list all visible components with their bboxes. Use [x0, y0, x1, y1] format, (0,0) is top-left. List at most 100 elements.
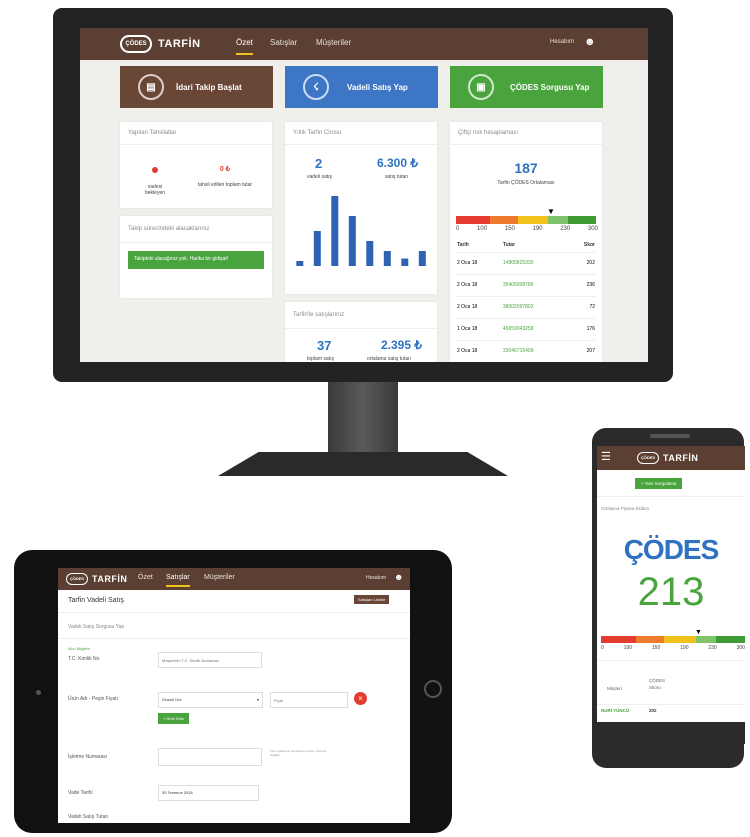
- sales-summary-card: Tarfin'le satışlarınız 37 toplam satış 2…: [285, 302, 437, 362]
- sales-bar-chart: [296, 196, 426, 266]
- table-row[interactable]: 2 Oca 18 14805825330 202: [456, 252, 596, 274]
- card-title: Yıllık Tarfin Cirosu: [293, 130, 342, 136]
- handshake-icon: ☇: [303, 74, 329, 100]
- card-title: Takip sürecindeki alacaklarınız: [128, 226, 210, 232]
- phone-speaker: [650, 434, 690, 438]
- nav-item-sales[interactable]: Satışlar: [166, 574, 190, 587]
- nav-item-sales[interactable]: Satışlar: [270, 38, 297, 47]
- tc-label: T.C. Kimlik No: [68, 656, 100, 662]
- alert-dot-icon: [152, 167, 158, 173]
- brand-mark-icon: ÇÖDES: [120, 35, 152, 53]
- gauge-scale: 0 100 150 190 230 300: [456, 226, 598, 232]
- gauge-pointer-icon: ▼: [695, 629, 702, 636]
- score-column-header: ÇÖDES Skoru: [649, 678, 666, 690]
- desktop-screen: ÇÖDES TARFİN Özet Satışlar Müşteriler He…: [80, 28, 648, 362]
- hamburger-menu-icon[interactable]: ☰: [601, 450, 611, 463]
- chart-bar: [418, 251, 426, 266]
- collected-stat: 0 ₺ tahsil edilen toplam tutar: [197, 166, 253, 188]
- gauge-scale: 0 100 150 190 230 300: [601, 645, 745, 651]
- farmer-table: Tarih Tutar Skor 2 Oca 18 14805825330 20…: [456, 238, 596, 362]
- brand-logo[interactable]: ÇÖDES TARFİN: [637, 452, 698, 464]
- average-codes-score: 187: [514, 160, 538, 176]
- card-title: Yapılan Tahsilatlar: [128, 130, 177, 136]
- no-tracking-alert: Takipteki alacağınız yok. Harika bir gid…: [128, 251, 264, 269]
- business-number-input[interactable]: [158, 748, 262, 766]
- product-label: Ürün Adı - Peşin Fiyatı: [68, 696, 119, 702]
- nav-item-customers[interactable]: Müşteriler: [316, 38, 351, 47]
- codes-query-button[interactable]: ▣ ÇÖDES Sorgusu Yap: [450, 66, 603, 108]
- business-number-help: Tarım işletmesi numaranızı giriniz. Zoru…: [270, 749, 327, 758]
- due-date-label: Vade Tarihi: [68, 790, 93, 796]
- due-date-input[interactable]: 30 Temmuz 2018: [158, 785, 259, 801]
- page-title: Tarfin Vadeli Satış: [68, 597, 124, 604]
- product-select[interactable]: Granül Üre ▾: [158, 692, 263, 708]
- monitor-stand-base: [218, 452, 508, 476]
- sale-amount: 6.300 ₺: [377, 156, 418, 170]
- chart-bar: [331, 196, 339, 266]
- collections-card: Yapılan Tahsilatlar vadesi bekleyen 0 ₺ …: [120, 122, 272, 208]
- gauge-pointer-icon: ▼: [547, 207, 555, 216]
- brand-mark-icon: ÇÖDES: [637, 452, 659, 464]
- chevron-down-icon: ▾: [256, 697, 259, 702]
- table-header: Tarih Tutar Skor: [457, 241, 595, 248]
- codes-score: 213: [637, 570, 705, 614]
- tablet-home-button: [424, 680, 442, 698]
- table-row[interactable]: 1 Oca 18 45059043258 176: [456, 318, 596, 340]
- pending-stat: vadesi bekleyen: [138, 160, 172, 196]
- phone-bottom-bezel: [597, 722, 745, 744]
- codes-label: ÇÖDES: [623, 534, 720, 565]
- card-title: Tarfin'le satışlarınız: [293, 312, 345, 318]
- nav-item-overview[interactable]: Özet: [138, 574, 153, 581]
- nav-item-overview[interactable]: Özet: [236, 38, 253, 55]
- phone-subtitle: Ortalama Piyasa Ekibim: [601, 506, 650, 511]
- phone-navbar: ☰ ÇÖDES TARFİN: [597, 446, 745, 470]
- chart-bar: [313, 231, 321, 266]
- brand-mark-icon: ÇÖDES: [66, 573, 88, 585]
- avg-amount: 2.395 ₺: [381, 338, 422, 352]
- remove-product-icon[interactable]: ×: [354, 692, 367, 705]
- customer-column-header: Müşteri: [607, 686, 622, 691]
- table-row[interactable]: 2 Oca 18 35405008786 236: [456, 274, 596, 296]
- buyer-info-subtitle: Alıcı Bilgileri: [68, 646, 90, 651]
- tablet-screen: ÇÖDES TARFİN Özet Satışlar Müşteriler He…: [58, 568, 410, 823]
- business-number-label: İşletme Numarası: [68, 754, 108, 760]
- total-label: Vadeli Satış Tutarı: [68, 814, 109, 820]
- user-icon[interactable]: ☻: [394, 572, 403, 582]
- tracking-card: Takip sürecindeki alacaklarınız Takiptek…: [120, 216, 272, 298]
- chart-bar: [296, 261, 304, 266]
- risk-gauge: [456, 216, 596, 224]
- monitor-stand-neck: [328, 382, 398, 454]
- risk-gauge: [601, 636, 745, 643]
- total-sales: 37: [317, 338, 332, 353]
- list-sales-button[interactable]: Satışları Listele: [354, 595, 390, 604]
- account-menu[interactable]: Hesabım: [366, 575, 386, 581]
- start-legal-tracking-button[interactable]: ▤ İdari Takip Başlat: [120, 66, 273, 108]
- price-input[interactable]: [270, 692, 348, 708]
- table-row[interactable]: NURİ YÜNCÜ 202: [597, 704, 745, 717]
- tc-input[interactable]: [158, 652, 262, 668]
- section-title: Vadeli Satış Sorgusu Yap: [68, 624, 125, 630]
- farmer-risk-card: Çiftçi risk hesaplaması 187 Tarfin ÇÖDES…: [450, 122, 602, 362]
- desktop-navbar: ÇÖDES TARFİN Özet Satışlar Müşteriler He…: [80, 28, 648, 60]
- brand-logo[interactable]: ÇÖDES TARFİN: [66, 573, 127, 585]
- page-header: Tarfin Vadeli Satış Satışları Listele: [58, 590, 410, 613]
- annual-revenue-card: Yıllık Tarfin Cirosu 2 vadeli satış 6.30…: [285, 122, 437, 294]
- add-product-button[interactable]: + Ürün Ekle: [158, 713, 190, 724]
- new-query-button[interactable]: + Yeni Sorgulama: [635, 478, 683, 489]
- chart-bar: [366, 241, 374, 266]
- table-row[interactable]: 2 Oca 18 33046715409 207: [456, 340, 596, 362]
- table-row[interactable]: 2 Oca 18 38002097802 72: [456, 296, 596, 318]
- nav-item-customers[interactable]: Müşteriler: [204, 574, 235, 581]
- card-title: Çiftçi risk hesaplaması: [458, 130, 519, 136]
- tablet-navbar: ÇÖDES TARFİN Özet Satışlar Müşteriler He…: [58, 568, 410, 590]
- account-menu[interactable]: Hesabım: [550, 39, 574, 45]
- deferred-sale-button[interactable]: ☇ Vadeli Satış Yap: [285, 66, 438, 108]
- document-icon: ▤: [138, 74, 164, 100]
- chart-bar: [348, 216, 356, 266]
- sale-count: 2: [315, 156, 323, 171]
- brand-name: TARFİN: [158, 38, 201, 50]
- user-icon[interactable]: ☻: [584, 36, 596, 48]
- phone-screen: ☰ ÇÖDES TARFİN + Yeni Sorgulama Ortalama…: [597, 446, 745, 744]
- brand-logo[interactable]: ÇÖDES TARFİN: [120, 35, 201, 53]
- tablet-camera: [36, 690, 41, 695]
